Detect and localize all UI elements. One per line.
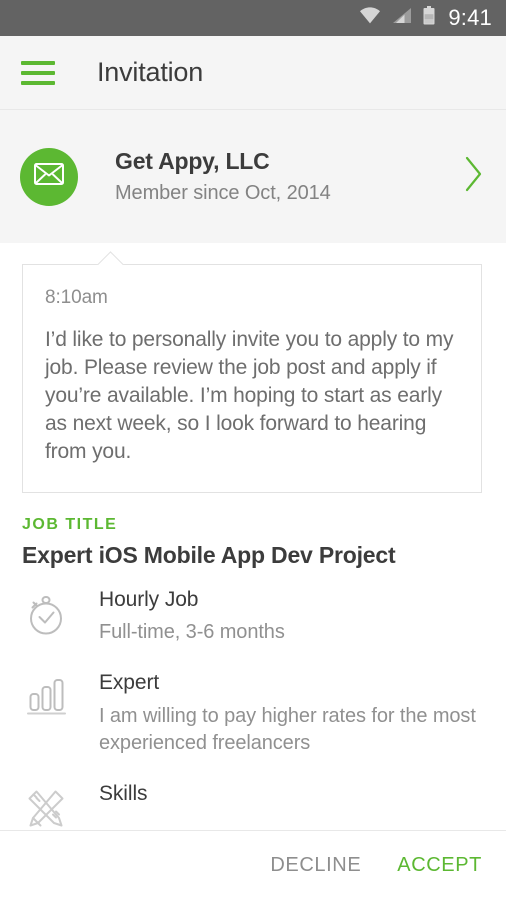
detail-text-block: Skills (99, 781, 482, 807)
list-item: Expert I am willing to pay higher rates … (22, 670, 482, 756)
pencil-ruler-icon (22, 781, 74, 831)
status-bar-icons (359, 6, 435, 30)
client-name: Get Appy, LLC (115, 147, 270, 174)
client-profile-row[interactable]: Get Appy, LLC Member since Oct, 2014 (0, 110, 506, 243)
status-bar-clock: 9:41 (448, 5, 492, 30)
detail-text-block: Hourly Job Full-time, 3-6 months (99, 587, 482, 646)
list-item: Hourly Job Full-time, 3-6 months (22, 587, 482, 646)
message-bubble-wrapper: 8:10am I’d like to personally invite you… (22, 264, 482, 493)
chevron-right-icon[interactable] (464, 156, 484, 197)
profile-text-block: Get Appy, LLC Member since Oct, 2014 (115, 148, 464, 206)
battery-icon (423, 6, 435, 30)
action-bar: DECLINE ACCEPT (0, 830, 506, 900)
envelope-icon (34, 163, 64, 190)
message-bubble: 8:10am I’d like to personally invite you… (22, 264, 482, 493)
message-timestamp: 8:10am (45, 287, 108, 308)
avatar (20, 147, 78, 206)
app-bar: Invitation (0, 36, 506, 110)
message-body: I’d like to personally invite you to app… (45, 328, 454, 463)
job-title-block: JOB TITLE Expert iOS Mobile App Dev Proj… (22, 516, 482, 569)
stopwatch-icon (22, 587, 74, 639)
cellular-signal-icon (392, 7, 412, 29)
detail-title: Skills (99, 781, 148, 805)
detail-subtitle: Full-time, 3-6 months (99, 621, 285, 644)
hamburger-bar (21, 70, 55, 75)
job-detail-list: Hourly Job Full-time, 3-6 months Expert … (22, 587, 482, 830)
detail-text-block: Expert I am willing to pay higher rates … (99, 670, 482, 756)
wifi-icon (359, 7, 381, 29)
page-title: Invitation (97, 57, 204, 87)
detail-title: Hourly Job (99, 588, 199, 611)
bubble-pointer (96, 250, 126, 265)
detail-subtitle: I am willing to pay higher rates for the… (99, 704, 476, 754)
hamburger-menu-icon[interactable] (21, 60, 55, 85)
detail-title: Expert (99, 671, 160, 695)
decline-button[interactable]: DECLINE (268, 848, 363, 883)
client-member-since: Member since Oct, 2014 (115, 182, 331, 205)
invitation-content: 8:10am I’d like to personally invite you… (0, 243, 506, 830)
hamburger-bar (21, 80, 55, 85)
accept-button[interactable]: ACCEPT (395, 848, 484, 883)
hamburger-bar (21, 60, 55, 65)
bar-chart-icon (22, 670, 74, 718)
list-item: Skills (22, 781, 482, 831)
status-bar: 9:41 (0, 0, 506, 36)
job-title-value: Expert iOS Mobile App Dev Project (22, 542, 396, 568)
mobile-screen: 9:41 Invitation Get Appy, LLC Member sin… (0, 0, 506, 900)
job-title-label: JOB TITLE (22, 516, 118, 533)
